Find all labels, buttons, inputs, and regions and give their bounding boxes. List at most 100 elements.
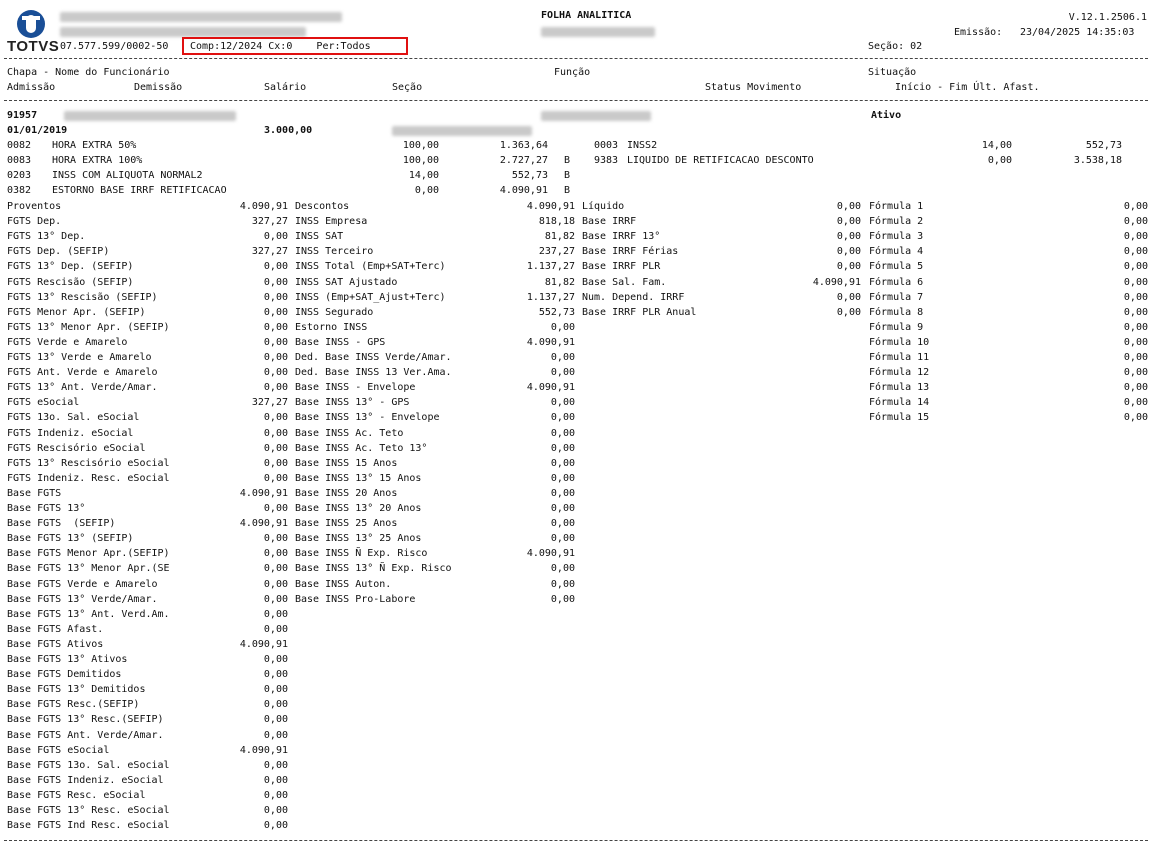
event-value: 4.090,91 bbox=[499, 185, 548, 197]
summary-value: 0,00 bbox=[550, 563, 575, 575]
event-description: INSS COM ALIQUOTA NORMAL2 bbox=[52, 170, 203, 182]
summary-label: FGTS 13° Menor Apr. (SEFIP) bbox=[7, 321, 170, 333]
summary-value: 327,27 bbox=[251, 246, 288, 258]
summary-value: 4.090,91 bbox=[239, 518, 288, 530]
summary-label: Estorno INSS bbox=[295, 321, 368, 333]
event-code: 0082 bbox=[7, 140, 32, 151]
summary-value: 0,00 bbox=[263, 306, 288, 318]
summary-label: Fórmula 5 bbox=[869, 261, 924, 273]
summary-value: 4.090,91 bbox=[526, 201, 575, 212]
summary-label: FGTS Dep. bbox=[7, 216, 62, 228]
summary-value: 0,00 bbox=[836, 306, 861, 318]
summary-value: 81,82 bbox=[544, 276, 575, 288]
employee-function-redacted bbox=[541, 111, 651, 121]
summary-label: Fórmula 13 bbox=[869, 382, 930, 394]
event-flag: B bbox=[564, 170, 571, 182]
employee-section-redacted bbox=[392, 126, 532, 136]
summary-label: Base INSS 13° 25 Anos bbox=[295, 533, 422, 545]
summary-label: Base FGTS 13° Menor Apr.(SE bbox=[7, 563, 170, 575]
summary-label: FGTS Indeniz. eSocial bbox=[7, 427, 134, 439]
event-description: INSS2 bbox=[627, 140, 658, 151]
summary-value: 0,00 bbox=[836, 231, 861, 243]
summary-label: INSS (Emp+SAT_Ajust+Terc) bbox=[295, 291, 446, 303]
summary-value: 0,00 bbox=[263, 472, 288, 484]
summary-value: 0,00 bbox=[263, 759, 288, 771]
summary-label: Fórmula 12 bbox=[869, 367, 930, 379]
event-code: 0382 bbox=[7, 185, 32, 197]
brand-name: TOTVS bbox=[7, 38, 60, 55]
event-code: 0003 bbox=[594, 140, 619, 151]
summary-label: FGTS 13° Rescisório eSocial bbox=[7, 457, 170, 469]
summary-value: 0,00 bbox=[550, 578, 575, 590]
summary-value: 0,00 bbox=[263, 427, 288, 439]
summary-label: FGTS Dep. (SEFIP) bbox=[7, 246, 110, 258]
summary-label: FGTS Ant. Verde e Amarelo bbox=[7, 367, 158, 379]
summary-value: 0,00 bbox=[550, 533, 575, 545]
summary-value: 4.090,91 bbox=[526, 382, 575, 394]
summary-label: INSS SAT Ajustado bbox=[295, 276, 398, 288]
summary-value: 4.090,91 bbox=[239, 744, 288, 756]
summary-value: 0,00 bbox=[263, 623, 288, 635]
summary-label: Base FGTS Afast. bbox=[7, 623, 104, 635]
summary-label: Base FGTS eSocial bbox=[7, 744, 110, 756]
summary-value: 0,00 bbox=[263, 699, 288, 711]
summary-label: FGTS 13° Verde e Amarelo bbox=[7, 352, 152, 363]
summary-value: 0,00 bbox=[263, 336, 288, 348]
summary-value: 0,00 bbox=[263, 231, 288, 243]
summary-value: 0,00 bbox=[263, 563, 288, 575]
summary-label: Ded. Base INSS Verde/Amar. bbox=[295, 352, 452, 363]
summary-value: 4.090,91 bbox=[812, 276, 861, 288]
header-chapa-nome: Chapa - Nome do Funcionário bbox=[7, 67, 170, 78]
summary-value: 0,00 bbox=[550, 412, 575, 424]
summary-label: Base Sal. Fam. bbox=[582, 276, 667, 288]
summary-value: 0,00 bbox=[1123, 276, 1148, 288]
summary-label: Base FGTS 13° (SEFIP) bbox=[7, 533, 134, 545]
summary-label: INSS Total (Emp+SAT+Terc) bbox=[295, 261, 446, 273]
summary-value: 0,00 bbox=[836, 201, 861, 212]
summary-label: FGTS 13° Rescisão (SEFIP) bbox=[7, 291, 158, 303]
event-value: 3.538,18 bbox=[1073, 155, 1122, 167]
summary-label: Base INSS 13° 20 Anos bbox=[295, 503, 422, 514]
employee-chapa: 91957 bbox=[7, 110, 38, 121]
summary-value: 0,00 bbox=[263, 457, 288, 469]
employee-name-redacted bbox=[64, 111, 236, 121]
summary-value: 0,00 bbox=[1123, 291, 1148, 303]
summary-label: Base INSS Auton. bbox=[295, 578, 392, 590]
summary-label: Fórmula 2 bbox=[869, 216, 924, 228]
summary-label: INSS Segurado bbox=[295, 306, 374, 318]
summary-value: 4.090,91 bbox=[526, 548, 575, 560]
totvs-logo-icon bbox=[17, 10, 45, 38]
event-code: 9383 bbox=[594, 155, 619, 167]
summary-label: Base INSS - Envelope bbox=[295, 382, 416, 394]
summary-label: Base FGTS 13° Resc.(SEFIP) bbox=[7, 714, 164, 726]
summary-value: 0,00 bbox=[263, 321, 288, 333]
summary-value: 81,82 bbox=[544, 231, 575, 243]
summary-value: 0,00 bbox=[263, 774, 288, 786]
summary-label: Base IRRF PLR bbox=[582, 261, 661, 273]
summary-label: Fórmula 6 bbox=[869, 276, 924, 288]
divider bbox=[4, 100, 1148, 101]
summary-value: 0,00 bbox=[1123, 382, 1148, 394]
summary-value: 0,00 bbox=[263, 593, 288, 605]
summary-value: 0,00 bbox=[1123, 306, 1148, 318]
header-salario: Salário bbox=[264, 82, 307, 93]
summary-value: 0,00 bbox=[263, 805, 288, 816]
summary-value: 0,00 bbox=[1123, 246, 1148, 258]
event-reference: 100,00 bbox=[402, 140, 439, 151]
event-value: 1.363,64 bbox=[499, 140, 548, 151]
company-cnpj: 07.577.599/0002-50 bbox=[60, 41, 169, 52]
summary-value: 0,00 bbox=[550, 367, 575, 379]
summary-label: Base INSS Ac. Teto 13° bbox=[295, 442, 428, 454]
summary-label: Descontos bbox=[295, 201, 350, 212]
summary-label: Fórmula 4 bbox=[869, 246, 924, 258]
divider bbox=[4, 58, 1148, 59]
summary-label: Base FGTS 13° bbox=[7, 503, 86, 514]
emission-datetime: 23/04/2025 14:35:03 bbox=[1020, 27, 1135, 38]
event-description: ESTORNO BASE IRRF RETIFICACAO bbox=[52, 185, 227, 197]
summary-value: 327,27 bbox=[251, 216, 288, 228]
summary-value: 0,00 bbox=[550, 442, 575, 454]
summary-label: INSS SAT bbox=[295, 231, 344, 243]
summary-value: 1.137,27 bbox=[526, 261, 575, 273]
summary-label: Base IRRF 13° bbox=[582, 231, 661, 243]
employee-status: Ativo bbox=[871, 110, 902, 121]
